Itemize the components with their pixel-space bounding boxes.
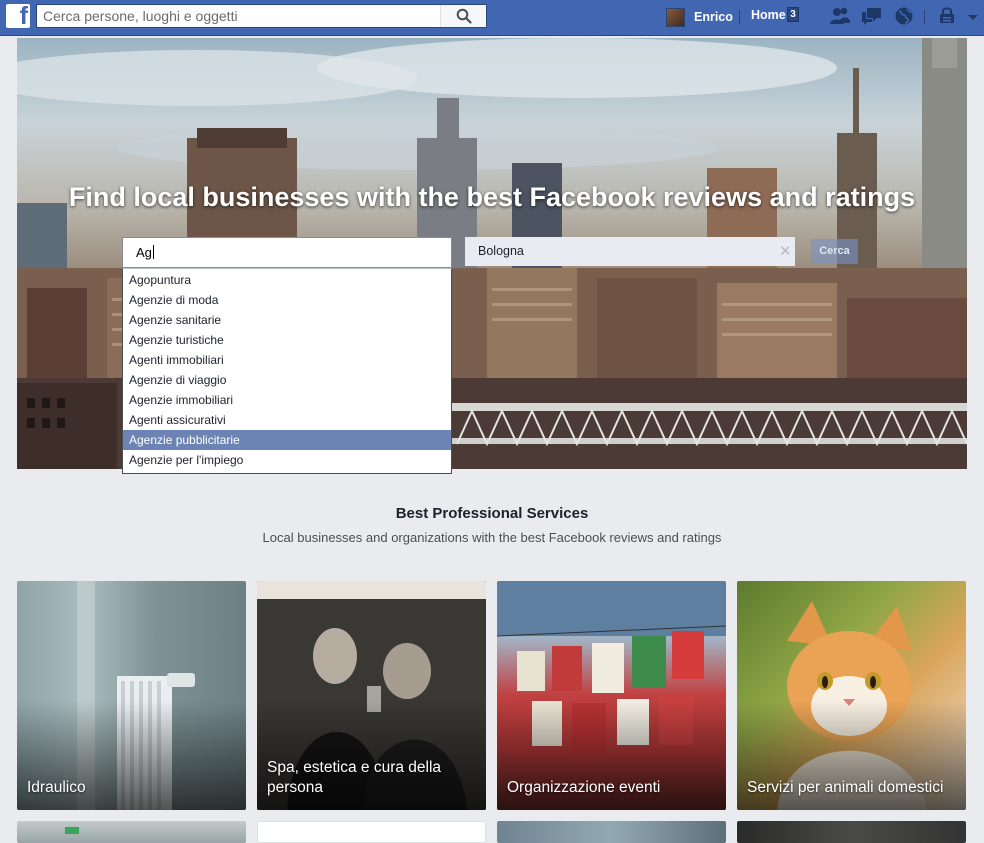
suggestion-item[interactable]: Agenzie immobiliari (123, 390, 451, 410)
category-card-partial[interactable] (497, 821, 726, 843)
messages-icon[interactable] (861, 6, 883, 26)
notifications-globe-icon[interactable] (893, 6, 915, 26)
category-card-partial[interactable] (257, 821, 486, 843)
exit-sign-icon (65, 827, 79, 834)
section-subtitle: Local businesses and organizations with … (262, 530, 722, 545)
hero-title: Find local businesses with the best Face… (68, 182, 916, 212)
suggestion-item[interactable]: Agenti assicurativi (123, 410, 451, 430)
card-label: Servizi per animali domestici (747, 779, 944, 796)
profile-link[interactable]: Enrico (666, 6, 733, 28)
profile-name: Enrico (694, 10, 733, 24)
suggestion-item[interactable]: Agenzie sanitarie (123, 310, 451, 330)
suggestion-item[interactable]: Agenzie turistiche (123, 330, 451, 350)
text-cursor (152, 245, 154, 259)
friend-requests-icon[interactable] (829, 6, 851, 26)
search-button[interactable] (440, 5, 486, 27)
suggestion-item[interactable]: Agenzie di viaggio (123, 370, 451, 390)
suggestion-item[interactable]: Agopuntura (123, 270, 451, 290)
category-card-partial[interactable] (17, 821, 246, 843)
nav-divider (739, 10, 740, 24)
top-bar: f Enrico Home 3 (0, 0, 984, 36)
section-title: Best Professional Services (395, 505, 589, 522)
business-type-value: Ag (136, 245, 152, 260)
card-label: Idraulico (27, 779, 86, 796)
category-card-idraulico[interactable]: Idraulico (17, 581, 246, 810)
category-card-animali[interactable]: Servizi per animali domestici (737, 581, 966, 810)
global-search (36, 4, 487, 28)
home-link[interactable]: Home (751, 8, 786, 22)
home-notification-badge: 3 (787, 7, 799, 22)
facebook-logo-icon[interactable]: f (6, 4, 30, 28)
autocomplete-dropdown: Agopuntura Agenzie di moda Agenzie sanit… (122, 268, 452, 474)
suggestion-item-highlighted[interactable]: Agenzie pubblicitarie (123, 430, 451, 450)
category-card-partial[interactable] (737, 821, 966, 843)
category-card-eventi[interactable]: Organizzazione eventi (497, 581, 726, 810)
avatar (666, 7, 685, 27)
card-label: Organizzazione eventi (507, 779, 661, 796)
search-icon (456, 8, 472, 24)
category-card-spa[interactable]: Spa, estetica e cura della persona (257, 581, 486, 810)
suggestion-item[interactable]: Agenti immobiliari (123, 350, 451, 370)
global-search-input[interactable] (37, 5, 440, 27)
card-label: Spa, estetica e cura della persona (267, 759, 442, 796)
suggestion-item[interactable]: Agenzie per l'impiego (123, 450, 451, 470)
business-type-input[interactable]: Ag (122, 237, 452, 268)
account-menu-chevron-down-icon[interactable] (966, 6, 980, 26)
privacy-shortcuts-icon[interactable] (937, 6, 959, 26)
suggestion-item[interactable]: Agenzie di moda (123, 290, 451, 310)
clear-location-icon[interactable]: ✕ (779, 244, 792, 259)
location-input[interactable]: Bologna (465, 237, 795, 266)
nav-divider (924, 10, 925, 24)
cerca-button[interactable]: Cerca (811, 239, 858, 264)
